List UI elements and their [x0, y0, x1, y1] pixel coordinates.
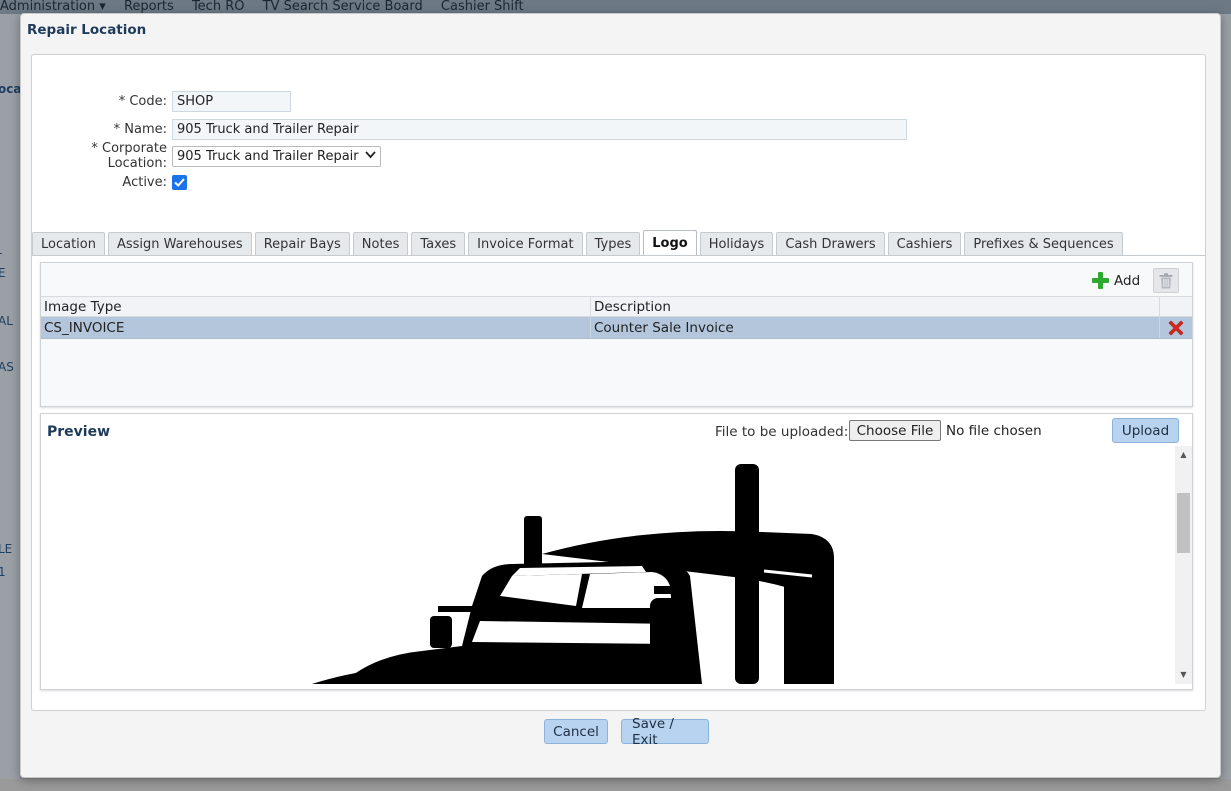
repair-location-dialog: Repair Location * Code: SHOP * Name: 905… [20, 13, 1221, 778]
scroll-thumb[interactable] [1177, 493, 1190, 553]
column-header-actions [1160, 297, 1192, 316]
dialog-title: Repair Location [27, 22, 147, 38]
tab-prefixes-sequences[interactable]: Prefixes & Sequences [964, 232, 1123, 256]
corporate-location-select[interactable]: 905 Truck and Trailer Repair [172, 145, 381, 167]
column-header-description[interactable]: Description [591, 297, 1160, 316]
tab-taxes[interactable]: Taxes [411, 232, 466, 256]
corporate-location-row: * Corporate Location: 905 Truck and Trai… [32, 141, 381, 171]
tab-holidays[interactable]: Holidays [699, 232, 774, 256]
tab-logo[interactable]: Logo [643, 230, 697, 256]
tab-cash-drawers[interactable]: Cash Drawers [776, 232, 885, 256]
truck-logo-image [312, 464, 834, 684]
choose-file-button[interactable]: Choose File [849, 420, 941, 441]
active-checkbox[interactable] [172, 174, 187, 190]
logo-grid-panel: Add Image Type Description CS_INVOICE Co… [40, 262, 1193, 407]
close-icon [1168, 320, 1184, 335]
column-header-image-type[interactable]: Image Type [41, 297, 591, 316]
dialog-content: * Code: SHOP * Name: 905 Truck and Trail… [31, 54, 1206, 711]
bg-menu-reports: Reports [123, 0, 174, 14]
grid-toolbar: Add [41, 263, 1192, 296]
upload-label: File to be uploaded: [715, 424, 849, 440]
preview-image-area: ▲ ▼ [42, 446, 1192, 684]
logo-tab-body: Add Image Type Description CS_INVOICE Co… [32, 255, 1205, 708]
bg-menu-administration: Administration ▾ [0, 0, 106, 14]
bg-fragment: 1 [0, 565, 6, 579]
bg-menu-tv-search: TV Search Service Board [262, 0, 423, 14]
tab-cashiers[interactable]: Cashiers [887, 232, 962, 256]
add-button[interactable]: Add [1091, 271, 1140, 290]
preview-title: Preview [47, 424, 111, 440]
name-label: * Name: [113, 121, 167, 137]
code-row: * Code: SHOP [32, 89, 291, 113]
tab-strip: Location Assign Warehouses Repair Bays N… [32, 230, 1126, 256]
delete-button[interactable] [1153, 268, 1179, 293]
plus-icon [1091, 271, 1110, 290]
code-field[interactable]: SHOP [172, 90, 291, 112]
tab-invoice-format[interactable]: Invoice Format [468, 232, 583, 256]
tab-repair-bays[interactable]: Repair Bays [254, 232, 350, 256]
check-icon [174, 177, 185, 187]
background-right-edge [1220, 14, 1231, 791]
bg-fragment: AL [0, 314, 13, 328]
preview-panel: Preview File to be uploaded: Choose File… [40, 413, 1193, 690]
corporate-location-value: 905 Truck and Trailer Repair [177, 148, 359, 164]
active-row: Active: [32, 170, 187, 194]
name-field[interactable]: 905 Truck and Trailer Repair [172, 118, 907, 140]
tab-types[interactable]: Types [585, 232, 641, 256]
name-row: * Name: 905 Truck and Trailer Repair [32, 117, 907, 141]
grid-header: Image Type Description [41, 296, 1192, 317]
no-file-text: No file chosen [946, 423, 1042, 439]
scroll-down-icon[interactable]: ▼ [1175, 670, 1192, 679]
tab-location[interactable]: Location [32, 232, 105, 256]
chevron-down-icon [364, 150, 376, 162]
bg-menu-tech-ro: Tech RO [191, 0, 245, 14]
add-label: Add [1114, 272, 1141, 289]
background-side-panel: oca - E AL AS LE 1 [0, 14, 20, 791]
bg-fragment: - [0, 246, 2, 260]
row-delete-button[interactable] [1160, 317, 1192, 338]
upload-button[interactable]: Upload [1112, 418, 1179, 443]
bg-menu-cashier-shift: Cashier Shift [440, 0, 524, 14]
row-description: Counter Sale Invoice [591, 317, 1160, 338]
background-menubar: Administration ▾ Reports Tech RO TV Sear… [0, 0, 1231, 14]
background-bottom-edge [0, 779, 1231, 791]
trash-icon [1159, 272, 1173, 288]
bg-fragment: E [0, 266, 6, 280]
tab-notes[interactable]: Notes [352, 232, 409, 256]
code-label: * Code: [118, 93, 167, 109]
save-exit-button[interactable]: Save / Exit [621, 716, 709, 748]
scroll-up-icon[interactable]: ▲ [1175, 450, 1192, 459]
bg-fragment: AS [0, 360, 14, 374]
bg-fragment: oca [0, 82, 20, 96]
table-row[interactable]: CS_INVOICE Counter Sale Invoice [41, 317, 1192, 339]
bg-fragment: LE [0, 542, 13, 556]
cancel-button[interactable]: Cancel [544, 719, 608, 744]
preview-scrollbar[interactable]: ▲ ▼ [1175, 446, 1192, 684]
tab-assign-warehouses[interactable]: Assign Warehouses [107, 232, 252, 256]
row-image-type: CS_INVOICE [41, 317, 591, 338]
active-label: Active: [122, 174, 167, 190]
corporate-location-label: * Corporate Location: [91, 141, 167, 171]
